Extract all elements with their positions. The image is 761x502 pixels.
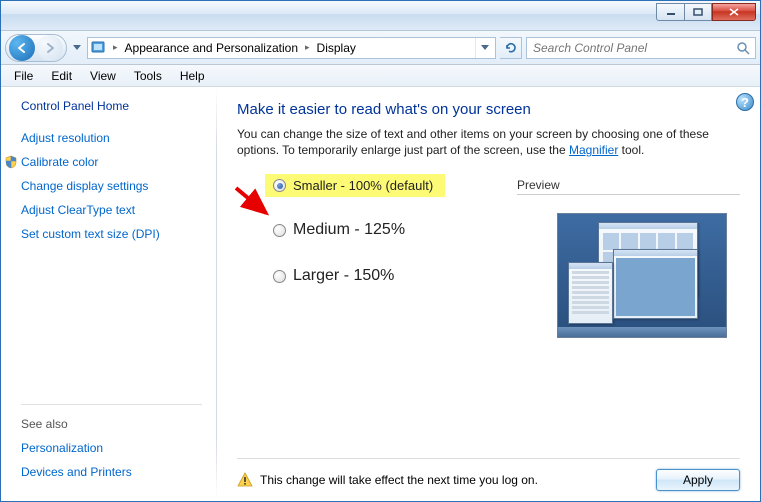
menubar: File Edit View Tools Help (1, 65, 760, 87)
help-icon[interactable]: ? (736, 93, 754, 111)
radio-icon (273, 270, 286, 283)
sidebar-link-label: Set custom text size (DPI) (21, 227, 160, 241)
radio-label: Smaller - 100% (default) (293, 178, 433, 193)
main-panel: ? Make it easier to read what's on your … (217, 87, 760, 501)
page-heading: Make it easier to read what's on your sc… (237, 101, 740, 118)
shield-icon (4, 155, 18, 169)
notice-text: This change will take effect the next ti… (260, 473, 538, 487)
menu-view[interactable]: View (81, 65, 125, 86)
sidebar-calibrate-color[interactable]: Calibrate color (21, 155, 202, 169)
sidebar-link-label: Change display settings (21, 179, 148, 193)
search-icon (735, 40, 751, 56)
window: ▸ Appearance and Personalization ▸ Displ… (0, 0, 761, 502)
radio-label: Larger - 150% (293, 267, 394, 285)
sidebar-devices-printers[interactable]: Devices and Printers (21, 465, 202, 479)
preview-image (557, 213, 727, 338)
menu-edit[interactable]: Edit (42, 65, 81, 86)
control-panel-icon (90, 40, 106, 56)
search-box[interactable] (526, 37, 756, 59)
sidebar-link-label: Adjust resolution (21, 131, 110, 145)
refresh-button[interactable] (500, 37, 522, 59)
options-area: Smaller - 100% (default) Medium - 125% L… (237, 178, 740, 338)
menu-tools[interactable]: Tools (125, 65, 171, 86)
radio-larger-150[interactable]: Larger - 150% (273, 267, 487, 285)
window-controls (656, 3, 756, 21)
preview-label: Preview (517, 178, 740, 199)
preview-label-text: Preview (517, 178, 560, 192)
size-options: Smaller - 100% (default) Medium - 125% L… (237, 178, 487, 338)
nav-buttons (5, 34, 67, 62)
radio-smaller-100[interactable]: Smaller - 100% (default) (265, 174, 445, 197)
sidebar-adjust-resolution[interactable]: Adjust resolution (21, 131, 202, 145)
recent-pages-dropdown[interactable] (71, 45, 83, 50)
menu-file[interactable]: File (5, 65, 42, 86)
sidebar-see-also-label: See also (21, 404, 202, 431)
address-dropdown[interactable] (475, 38, 493, 58)
apply-button[interactable]: Apply (656, 469, 740, 491)
warning-icon (237, 472, 253, 488)
subtext-post: tool. (618, 143, 644, 157)
address-bar[interactable]: ▸ Appearance and Personalization ▸ Displ… (87, 37, 496, 59)
menu-help[interactable]: Help (171, 65, 214, 86)
breadcrumb-arrow-1[interactable]: ▸ (302, 38, 313, 58)
breadcrumb-appearance[interactable]: Appearance and Personalization (121, 38, 302, 58)
close-button[interactable] (712, 3, 756, 21)
sidebar-link-label: Devices and Printers (21, 465, 132, 479)
radio-label: Medium - 125% (293, 221, 405, 239)
sidebar-link-label: Calibrate color (21, 155, 98, 169)
breadcrumb-display[interactable]: Display (313, 38, 360, 58)
navbar: ▸ Appearance and Personalization ▸ Displ… (1, 31, 760, 65)
maximize-button[interactable] (684, 3, 712, 21)
notice-bar: This change will take effect the next ti… (237, 458, 740, 491)
sidebar-change-display-settings[interactable]: Change display settings (21, 179, 202, 193)
preview-fieldset: Preview (517, 178, 740, 338)
sidebar-adjust-cleartype[interactable]: Adjust ClearType text (21, 203, 202, 217)
content: Control Panel Home Adjust resolution Cal… (1, 87, 760, 501)
back-button[interactable] (9, 35, 35, 61)
radio-icon (273, 224, 286, 237)
radio-icon (273, 179, 286, 192)
sidebar-control-panel-home[interactable]: Control Panel Home (21, 99, 202, 113)
search-input[interactable] (531, 40, 735, 56)
forward-button[interactable] (37, 35, 63, 61)
sidebar-custom-text-size[interactable]: Set custom text size (DPI) (21, 227, 202, 241)
sidebar-link-label: Adjust ClearType text (21, 203, 135, 217)
radio-medium-125[interactable]: Medium - 125% (273, 221, 487, 239)
sidebar-link-label: Personalization (21, 441, 103, 455)
breadcrumb-root-arrow[interactable]: ▸ (110, 38, 121, 58)
page-subtext: You can change the size of text and othe… (237, 126, 740, 158)
annotation-arrow-icon (234, 185, 274, 221)
sidebar-personalization[interactable]: Personalization (21, 441, 202, 455)
magnifier-link[interactable]: Magnifier (569, 143, 618, 157)
minimize-button[interactable] (656, 3, 684, 21)
titlebar (1, 1, 760, 31)
sidebar: Control Panel Home Adjust resolution Cal… (1, 87, 216, 501)
